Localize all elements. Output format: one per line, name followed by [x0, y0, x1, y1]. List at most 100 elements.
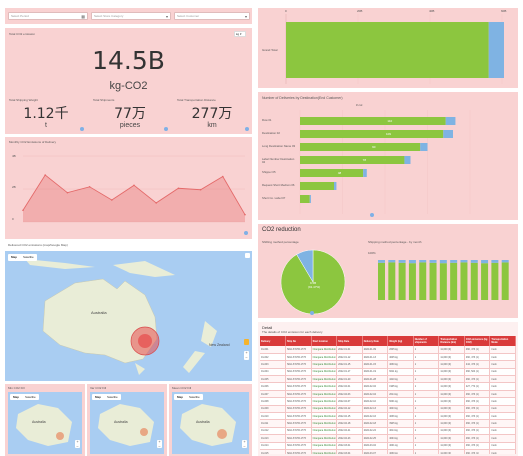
- month-bar-green[interactable]: [398, 262, 406, 300]
- month-bar-blue[interactable]: [398, 260, 406, 263]
- month-bar-blue[interactable]: [450, 260, 458, 263]
- table-row[interactable]: 01-006 SDA-ST-PR-1776 Orangana Distributio…: [260, 382, 516, 391]
- hbar-blue[interactable]: [363, 169, 367, 177]
- month-bar-blue[interactable]: [429, 260, 437, 263]
- customer-filter[interactable]: Select Customer ▾: [174, 12, 250, 20]
- info-icon[interactable]: [245, 127, 249, 131]
- table-row[interactable]: 01-013 SDA-ST-PR-1776 Orangana Distributio…: [260, 434, 516, 443]
- column-header[interactable]: Transportation Distance (km): [438, 336, 465, 346]
- small-map-3[interactable]: Map Satellite Australia + −: [172, 392, 249, 454]
- bar-green[interactable]: [286, 22, 489, 78]
- column-header[interactable]: Transportation Mode: [489, 336, 516, 346]
- column-header[interactable]: Number of shipments: [413, 336, 440, 346]
- hbar-blue[interactable]: [309, 195, 311, 203]
- map-tab[interactable]: Map: [8, 254, 20, 261]
- data-point[interactable]: [244, 213, 246, 216]
- month-bar-green[interactable]: [378, 262, 385, 300]
- main-map[interactable]: Australia New Zealand Map Satellite + −: [5, 251, 252, 381]
- table-row[interactable]: 01-014 SDA-ST-PR-1776 Orangana Distributio…: [260, 442, 516, 450]
- info-icon[interactable]: [370, 213, 374, 217]
- data-point[interactable]: [66, 191, 69, 194]
- month-bar-blue[interactable]: [491, 260, 499, 263]
- table-row[interactable]: 01-010 SDA-ST-PR-1776 Orangana Distributio…: [260, 412, 516, 421]
- table-row[interactable]: 01-011 SDA-ST-PR-1776 Orangana Distributio…: [260, 419, 516, 428]
- bar-blue[interactable]: [488, 22, 504, 78]
- month-bar-blue[interactable]: [481, 260, 489, 264]
- data-point[interactable]: [88, 186, 91, 188]
- table-row[interactable]: 01-015 SDA-ST-PR-1776 Orangana Distributio…: [260, 449, 516, 454]
- table-row[interactable]: 01-002 SDA-ST-PR-1776 Orangana Distributio…: [260, 353, 516, 362]
- data-point[interactable]: [111, 199, 113, 201]
- month-bar-blue[interactable]: [388, 260, 396, 263]
- zoom-control[interactable]: + −: [242, 439, 247, 448]
- period-filter[interactable]: Select Period ▦: [8, 12, 88, 20]
- month-bar-blue[interactable]: [460, 260, 468, 263]
- data-point[interactable]: [199, 188, 202, 191]
- store-category-filter[interactable]: Select Store Category ▾: [91, 12, 171, 20]
- hbar-blue[interactable]: [334, 182, 337, 190]
- data-point[interactable]: [155, 202, 157, 204]
- zoom-control[interactable]: + −: [244, 350, 249, 361]
- small-map-1[interactable]: Map Satellite Australia + −: [8, 392, 82, 454]
- table-row[interactable]: 01-007 SDA-ST-PR-1776 Orangana Distributio…: [260, 390, 516, 399]
- table-row[interactable]: 01-003 SDA-ST-PR-1776 Orangana Distributio…: [260, 360, 516, 369]
- column-header[interactable]: Ship No: [285, 336, 312, 346]
- table-row[interactable]: 01-008 SDA-ST-PR-1776 Orangana Distributio…: [260, 397, 516, 406]
- month-bar-green[interactable]: [388, 262, 396, 300]
- month-bar-blue[interactable]: [378, 260, 385, 263]
- table-row[interactable]: 01-009 SDA-ST-PR-1776 Orangana Distributio…: [260, 405, 516, 414]
- data-point[interactable]: [177, 187, 180, 190]
- map-tab[interactable]: Map: [92, 394, 104, 400]
- info-icon[interactable]: [80, 127, 84, 131]
- column-header[interactable]: Ship Date: [336, 336, 363, 346]
- column-header[interactable]: Delivery: [260, 336, 287, 346]
- data-point[interactable]: [22, 209, 24, 212]
- hbar-green[interactable]: [300, 117, 446, 125]
- month-bar-green[interactable]: [501, 262, 509, 300]
- month-bar-green[interactable]: [408, 263, 416, 300]
- hbar-green[interactable]: [300, 130, 444, 138]
- satellite-tab[interactable]: Satellite: [22, 394, 39, 400]
- hbar-blue[interactable]: [404, 156, 411, 164]
- data-point[interactable]: [133, 184, 135, 187]
- month-bar-blue[interactable]: [419, 260, 427, 263]
- data-point[interactable]: [222, 175, 224, 178]
- month-bar-green[interactable]: [419, 262, 427, 300]
- table-row[interactable]: 01-001 SDA-ST-PR-1776 Orangana Distributio…: [260, 346, 516, 354]
- data-point[interactable]: [44, 174, 46, 176]
- column-header[interactable]: CO2 emissions (kg CO2): [464, 336, 491, 346]
- info-icon[interactable]: [244, 231, 248, 235]
- month-bar-green[interactable]: [429, 262, 437, 300]
- column-header[interactable]: Delivery Date: [362, 336, 389, 346]
- pegman-icon[interactable]: [244, 339, 249, 345]
- month-bar-green[interactable]: [460, 262, 468, 300]
- column-header[interactable]: Start location: [311, 336, 338, 346]
- month-bar-green[interactable]: [450, 262, 458, 300]
- info-icon[interactable]: [164, 127, 168, 131]
- table-row[interactable]: 01-005 SDA-ST-PR-1776 Orangana Distributio…: [260, 375, 516, 384]
- column-header[interactable]: Weight (kg): [387, 336, 414, 346]
- month-bar-blue[interactable]: [470, 260, 478, 263]
- hbar-green[interactable]: [300, 143, 421, 151]
- zoom-out-icon[interactable]: −: [244, 355, 249, 361]
- satellite-tab[interactable]: Satellite: [186, 394, 203, 400]
- hbar-blue[interactable]: [445, 117, 456, 125]
- map-tab[interactable]: Map: [174, 394, 186, 400]
- month-bar-blue[interactable]: [501, 260, 509, 263]
- map-tab[interactable]: Map: [10, 394, 22, 400]
- info-icon[interactable]: [310, 311, 314, 315]
- hbar-blue[interactable]: [443, 130, 453, 138]
- month-bar-green[interactable]: [470, 262, 478, 300]
- hbar-green[interactable]: [300, 182, 334, 190]
- zoom-control[interactable]: + −: [75, 439, 80, 448]
- month-bar-blue[interactable]: [408, 260, 416, 264]
- month-bar-green[interactable]: [491, 262, 499, 300]
- hbar-green[interactable]: [300, 195, 310, 203]
- zoom-control[interactable]: + −: [157, 439, 162, 448]
- unit-dropdown[interactable]: kg ▾: [234, 31, 246, 37]
- month-bar-blue[interactable]: [439, 260, 447, 264]
- satellite-tab[interactable]: Satellite: [20, 254, 37, 261]
- hbar-green[interactable]: [300, 169, 364, 177]
- table-row[interactable]: 01-012 SDA-ST-PR-1776 Orangana Distributio…: [260, 427, 516, 436]
- table-row[interactable]: 01-004 SDA-ST-PR-1776 Orangana Distributio…: [260, 368, 516, 377]
